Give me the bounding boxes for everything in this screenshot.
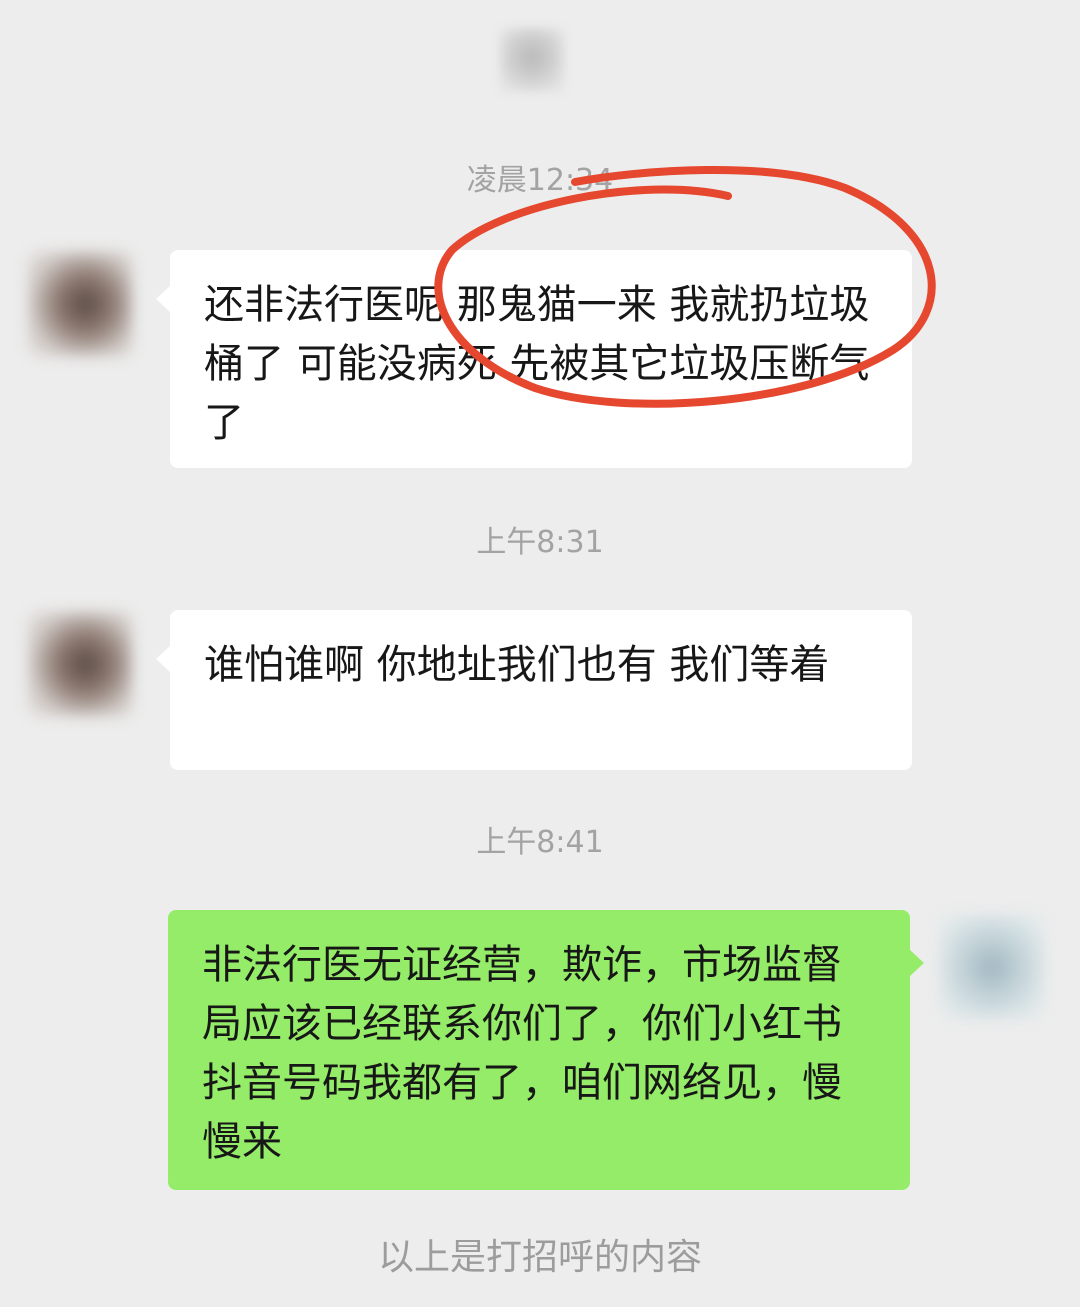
user-avatar[interactable] bbox=[940, 915, 1044, 1019]
top-avatar bbox=[500, 28, 564, 92]
timestamp: 上午8:41 bbox=[476, 825, 604, 860]
contact-avatar[interactable] bbox=[28, 252, 132, 356]
timestamp: 凌晨12:34 bbox=[466, 163, 614, 198]
contact-avatar[interactable] bbox=[28, 612, 132, 716]
incoming-message-bubble[interactable]: 还非法行医呢 那鬼猫一来 我就扔垃圾桶了 可能没病死 先被其它垃圾压断气了 bbox=[156, 250, 912, 468]
outgoing-message-bubble[interactable]: 非法行医无证经营，欺诈，市场监督局应该已经联系你们了，你们小红书抖音号码我都有了… bbox=[168, 910, 924, 1190]
incoming-message-bubble[interactable]: 谁怕谁啊 你地址我们也有 我们等着 bbox=[156, 610, 912, 770]
system-notice: 以上是打招呼的内容 bbox=[377, 1237, 702, 1278]
timestamp: 上午8:31 bbox=[476, 525, 604, 560]
